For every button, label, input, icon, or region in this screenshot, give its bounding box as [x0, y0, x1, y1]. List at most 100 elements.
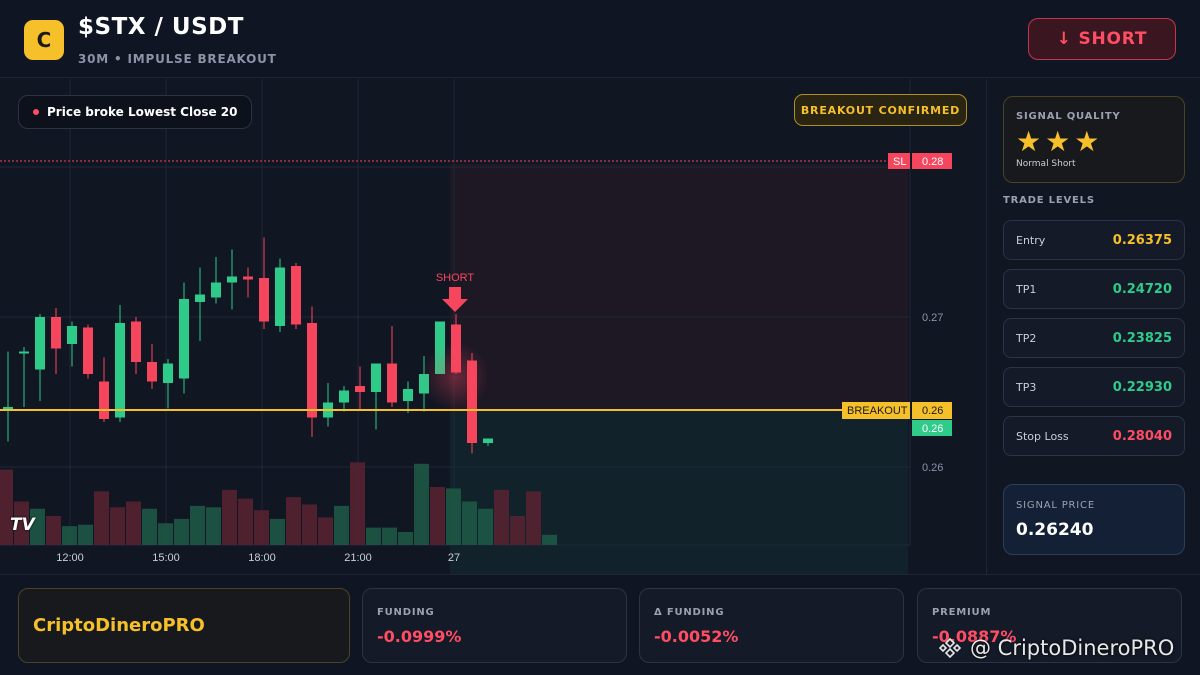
last-price-tag: 0.26: [922, 423, 943, 435]
price-chart[interactable]: SHORT 0.27 0.26 SL 0.28 BREAKOUT 0.26 0.…: [0, 79, 985, 574]
candle-body[interactable]: [51, 317, 61, 349]
watermark-text: @ CriptoDineroPRO: [970, 636, 1175, 660]
volume-bar: [302, 504, 317, 545]
volume-bar: [462, 501, 477, 545]
volume-bar: [414, 463, 429, 545]
level-tp3: TP3 0.22930: [1003, 367, 1185, 407]
header: C $STX / USDT 30M • IMPULSE BREAKOUT ↓ S…: [0, 0, 1200, 78]
volume-bar: [286, 497, 301, 545]
volume-bar: [126, 501, 141, 545]
timeframe-subtitle: 30M • IMPULSE BREAKOUT: [78, 52, 277, 66]
breakout-tag: BREAKOUT: [847, 405, 908, 417]
candle-body[interactable]: [259, 278, 269, 322]
signal-price-card: SIGNAL PRICE 0.26240: [1003, 484, 1185, 555]
sl-price-tag: 0.28: [922, 156, 943, 168]
volume-bar: [110, 507, 125, 545]
signal-pill: Price broke Lowest Close 20: [18, 95, 253, 129]
candle-body[interactable]: [147, 362, 157, 382]
volume-bar: [446, 488, 461, 545]
level-tp2: TP2 0.23825: [1003, 318, 1185, 358]
level-label: TP1: [1016, 282, 1037, 296]
level-value: 0.26375: [1112, 232, 1172, 248]
candle-body[interactable]: [211, 282, 221, 298]
level-tp1: TP1 0.24720: [1003, 269, 1185, 309]
sl-tag: SL: [893, 156, 906, 168]
candle-body[interactable]: [179, 299, 189, 379]
signal-quality-card: SIGNAL QUALITY ★★★ Normal Short: [1003, 96, 1185, 183]
binance-icon: [938, 637, 962, 659]
delta-funding-value: -0.0052%: [654, 627, 739, 646]
volume-bar: [46, 516, 61, 545]
volume-bar: [366, 527, 381, 545]
level-label: Entry: [1016, 233, 1046, 247]
volume-bar: [222, 489, 237, 545]
volume-bar: [318, 517, 333, 545]
delta-funding-label: Δ FUNDING: [654, 607, 725, 618]
level-value: 0.28040: [1112, 428, 1172, 444]
candle-body[interactable]: [195, 294, 205, 303]
candle-body[interactable]: [339, 390, 349, 403]
candle-body[interactable]: [83, 327, 93, 375]
watermark: @ CriptoDineroPRO: [938, 636, 1174, 660]
premium-label: PREMIUM: [932, 607, 992, 618]
level-label: Stop Loss: [1016, 429, 1069, 443]
candle-body[interactable]: [403, 389, 413, 401]
funding-label: FUNDING: [377, 607, 435, 618]
volume-bar: [270, 518, 285, 545]
volume-bar: [142, 508, 157, 545]
volume-bar: [78, 524, 93, 545]
candle-body[interactable]: [3, 407, 13, 409]
app-root: C $STX / USDT 30M • IMPULSE BREAKOUT ↓ S…: [0, 0, 1200, 675]
brand-card: CriptoDineroPRO: [18, 588, 350, 663]
volume-bar: [158, 523, 173, 545]
level-label: TP2: [1016, 331, 1037, 345]
chart-canvas[interactable]: SHORT 0.27 0.26 SL 0.28 BREAKOUT 0.26 0.…: [0, 79, 985, 574]
price-axis-label: 0.26: [922, 462, 943, 474]
volume-bar: [430, 487, 445, 545]
candle-body[interactable]: [99, 381, 109, 420]
volume-bar: [542, 534, 557, 545]
coin-logo: C: [24, 20, 64, 60]
candle-body[interactable]: [35, 317, 45, 370]
pair-title: $STX / USDT: [78, 14, 244, 40]
volume-bar: [206, 507, 221, 545]
candle-body[interactable]: [19, 351, 29, 354]
volume-bar: [62, 526, 77, 545]
time-axis-label: 12:00: [56, 552, 84, 564]
candle-body[interactable]: [131, 321, 141, 363]
level-value: 0.22930: [1112, 379, 1172, 395]
candle-body[interactable]: [307, 323, 317, 418]
volume-bar: [382, 527, 397, 545]
level-entry: Entry 0.26375: [1003, 220, 1185, 260]
candle-body[interactable]: [371, 363, 381, 393]
candle-body[interactable]: [483, 438, 493, 444]
tradingview-logo[interactable]: TV: [10, 515, 35, 535]
volume-bar: [526, 491, 541, 545]
price-axis-label: 0.27: [922, 312, 943, 324]
funding-value: -0.0999%: [377, 627, 462, 646]
candle-body[interactable]: [387, 363, 397, 403]
time-axis-label: 27: [448, 552, 460, 564]
volume-bar: [478, 508, 493, 545]
level-label: TP3: [1016, 380, 1037, 394]
candle-body[interactable]: [355, 386, 365, 392]
candle-body[interactable]: [243, 276, 253, 280]
candle-body[interactable]: [291, 266, 301, 325]
candle-body[interactable]: [227, 276, 237, 283]
candle-body[interactable]: [163, 363, 173, 384]
candle-body[interactable]: [275, 267, 285, 327]
candle-body[interactable]: [115, 323, 125, 418]
trade-levels-title: TRADE LEVELS: [1003, 195, 1095, 206]
time-axis-label: 18:00: [248, 552, 276, 564]
volume-bar: [398, 531, 413, 545]
quality-note: Normal Short: [1016, 159, 1076, 169]
reward-zone: [450, 410, 908, 574]
breakout-confirmed-badge: BREAKOUT CONFIRMED: [794, 94, 967, 126]
star-rating: ★★★: [1016, 125, 1104, 158]
candle-body[interactable]: [67, 326, 77, 344]
time-axis-label: 21:00: [344, 552, 372, 564]
volume-bar: [94, 491, 109, 545]
volume-bar: [238, 498, 253, 545]
volume-bar: [190, 505, 205, 545]
short-button[interactable]: ↓ SHORT: [1028, 18, 1176, 60]
